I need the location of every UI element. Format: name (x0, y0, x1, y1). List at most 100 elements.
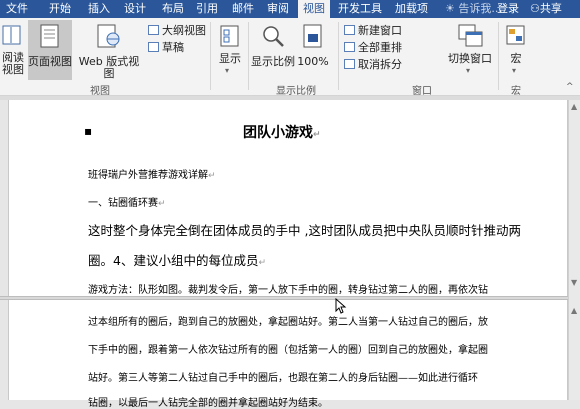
paragraph-mark: ↵ (258, 258, 267, 268)
doc-line: 圈。4、建议小组中的每位成员↵ (88, 250, 266, 269)
doc-line-text: 一、钻圈循环赛 (88, 198, 158, 209)
menu-bar: 文件 开始 插入 设计 布局 引用 邮件 审阅 视图 开发工具 加载项 ☀ 告诉… (0, 0, 580, 18)
chevron-down-icon: ▾ (512, 66, 517, 75)
chevron-down-icon: ▾ (466, 66, 471, 75)
print-layout-label: 页面视图 (28, 55, 72, 68)
new-window-label: 新建窗口 (358, 24, 402, 37)
scroll-down-icon[interactable]: ▼ (571, 278, 577, 287)
macros-group-label: 宏 (511, 86, 521, 97)
macro-icon (506, 25, 525, 45)
tab-addins[interactable]: 加载项 (395, 0, 428, 18)
read-mode-button[interactable]: 阅读 视图 (0, 20, 26, 80)
views-group-label: 视图 (90, 86, 110, 97)
tab-file[interactable]: 文件 (6, 0, 28, 18)
vertical-scrollbar[interactable]: ▲ ▼ ▲ (568, 100, 580, 400)
draft-view-button[interactable]: 草稿 (148, 41, 184, 55)
doc-line: 一、钻圈循环赛↵ (88, 194, 166, 209)
share-label: 共享 (539, 2, 562, 15)
tab-developer[interactable]: 开发工具 (338, 0, 382, 18)
macros-label: 宏 (510, 52, 522, 65)
magnifier-icon (263, 26, 284, 47)
remove-split-label: 取消拆分 (358, 58, 402, 71)
doc-line: 站好。第三人等第二人钻过自己手中的圈后，也跟在第二人的身后钻圈——如此进行循环 (88, 369, 478, 384)
paragraph-mark: ↵ (313, 130, 321, 140)
split-icon (344, 59, 355, 69)
doc-line: 过本组所有的圈后，跑到自己的放圈处，拿起圈站好。第二人当第一人钻过自己的圈后，放 (88, 313, 488, 328)
tab-review[interactable]: 审阅 (267, 0, 289, 18)
doc-line-text: 游戏方法：队形如图。裁判发令后，第一人放下手中的圈，转身钻过第二人的圈，再依次钻 (88, 285, 488, 296)
draft-icon (148, 42, 159, 52)
title-text: 团队小游戏 (243, 125, 313, 141)
switch-windows-icon (458, 24, 483, 47)
switch-windows-button[interactable]: 切换窗口 ▾ (444, 20, 496, 80)
read-mode-label: 阅读 视图 (2, 51, 24, 76)
doc-line-text: 这时整个身体完全倒在团体成员的手中 ,这时团队成员把中央队员顺时针推动两 (88, 223, 521, 238)
show-checkbox-icon (220, 25, 239, 47)
show-label: 显示 (219, 52, 241, 65)
tab-insert[interactable]: 插入 (88, 0, 110, 18)
tell-me-text: 告诉我... (458, 2, 502, 15)
doc-line-text: 班得瑞户外营推荐游戏详解 (88, 170, 208, 181)
tab-layout[interactable]: 布局 (162, 0, 184, 18)
switch-windows-label: 切换窗口 (448, 52, 492, 65)
lightbulb-icon: ☀ (445, 2, 455, 15)
doc-line: 这时整个身体完全倒在团体成员的手中 ,这时团队成员把中央队员顺时针推动两 (88, 220, 521, 239)
bullet-marker: ▪ (84, 124, 93, 138)
window-split-bar[interactable] (0, 296, 580, 300)
zoom-100-button[interactable]: 100% (297, 20, 329, 80)
page-layout-icon (40, 24, 59, 48)
zoom-percent-label: 100% (297, 55, 329, 68)
document-title: 团队小游戏↵ (243, 122, 321, 142)
web-layout-button[interactable]: Web 版式视图 (74, 20, 144, 80)
arrange-all-label: 全部重排 (358, 41, 402, 54)
separator (498, 22, 499, 90)
scroll-up-icon[interactable]: ▲ (571, 306, 577, 315)
tab-mailings[interactable]: 邮件 (232, 0, 254, 18)
doc-line: 游戏方法：队形如图。裁判发令后，第一人放下手中的圈，转身钻过第二人的圈，再依次钻 (88, 281, 488, 296)
doc-line: 下手中的圈，跟着第一人依次钻过所有的圈（包括第一人的圈）回到自己的放圈处，拿起圈 (88, 341, 488, 356)
person-icon: ⚇ (530, 2, 540, 15)
outline-label: 大纲视图 (162, 24, 206, 37)
new-window-button[interactable]: 新建窗口 (344, 24, 402, 38)
remove-split-button[interactable]: 取消拆分 (344, 58, 402, 72)
separator (210, 22, 211, 90)
separator (248, 22, 249, 90)
ribbon: 阅读 视图 页面视图 Web 版式视图 大纲视图 草稿 视图 显示 ▾ 显示比例… (0, 18, 580, 97)
tab-home[interactable]: 开始 (49, 0, 71, 18)
chevron-down-icon: ▾ (225, 66, 230, 75)
sign-in-button[interactable]: 登录 (497, 0, 519, 18)
zoom-label: 显示比例 (251, 55, 295, 68)
scroll-up-icon[interactable]: ▲ (571, 102, 577, 111)
web-layout-label: Web 版式视图 (78, 55, 140, 80)
arrange-all-icon (344, 42, 355, 52)
show-button[interactable]: 显示 ▾ (214, 20, 246, 80)
zoom-100-icon (303, 24, 322, 48)
arrange-all-button[interactable]: 全部重排 (344, 41, 402, 55)
doc-line-text: 圈。4、建议小组中的每位成员 (88, 253, 259, 268)
doc-line: 班得瑞户外营推荐游戏详解↵ (88, 166, 216, 181)
separator (338, 22, 339, 90)
globe-page-icon (97, 24, 120, 48)
tab-design[interactable]: 设计 (124, 0, 146, 18)
tab-references[interactable]: 引用 (196, 0, 218, 18)
paragraph-mark: ↵ (158, 199, 166, 209)
share-button[interactable]: ⚇共享 (530, 0, 562, 18)
tab-view[interactable]: 视图 (298, 0, 330, 18)
book-icon (2, 25, 21, 45)
zoom-group-label: 显示比例 (276, 86, 316, 97)
zoom-button[interactable]: 显示比例 (250, 20, 295, 80)
outline-view-button[interactable]: 大纲视图 (148, 24, 206, 38)
print-layout-button[interactable]: 页面视图 (28, 20, 72, 80)
draft-label: 草稿 (162, 41, 184, 54)
doc-line-text: 过本组所有的圈后，跑到自己的放圈处，拿起圈站好。第二人当第一人钻过自己的圈后，放 (88, 317, 488, 328)
doc-line-text: 站好。第三人等第二人钻过自己手中的圈后，也跟在第二人的身后钻圈——如此进行循环 (88, 373, 478, 384)
macros-button[interactable]: 宏 ▾ (502, 20, 530, 80)
new-window-icon (344, 25, 355, 35)
mouse-cursor-icon (335, 298, 347, 314)
tell-me-search[interactable]: ☀ 告诉我... (445, 0, 502, 18)
outline-icon (148, 25, 159, 35)
paragraph-mark: ↵ (208, 171, 216, 181)
doc-line-text: 下手中的圈，跟着第一人依次钻过所有的圈（包括第一人的圈）回到自己的放圈处，拿起圈 (88, 345, 488, 356)
collapse-ribbon-icon[interactable]: ^ (566, 82, 574, 92)
doc-line: 钻圈，以最后一人钻完全部的圈并拿起圈站好为结束。 (88, 394, 328, 409)
